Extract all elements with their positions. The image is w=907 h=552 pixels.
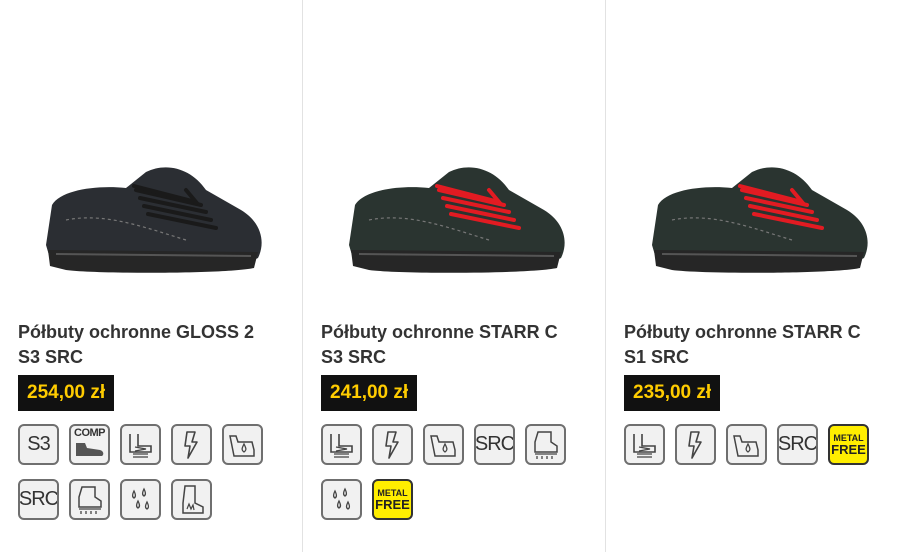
src-slip-icon: SRC [18, 479, 59, 520]
product-card[interactable]: Półbuty ochronne STARR C S3 SRC 241,00 z… [302, 0, 605, 552]
src-slip-icon: SRC [777, 424, 818, 465]
metal-free-icon: METAL FREE [828, 424, 869, 465]
feature-icons: SRC METAL FREE [321, 424, 591, 534]
product-grid: Półbuty ochronne GLOSS 2 S3 SRC 254,00 z… [0, 0, 907, 552]
icon-label: FREE [831, 441, 866, 457]
shoe-illustration [46, 167, 262, 273]
anti-puncture-icon [525, 424, 566, 465]
product-image[interactable] [606, 130, 907, 300]
heat-resistant-sole-icon [171, 479, 212, 520]
product-title[interactable]: Półbuty ochronne STARR C S3 SRC [321, 320, 581, 370]
product-card[interactable]: Półbuty ochronne GLOSS 2 S3 SRC 254,00 z… [0, 0, 302, 552]
product-image[interactable] [0, 130, 302, 300]
antistatic-icon [171, 424, 212, 465]
icon-glyph [733, 435, 759, 457]
oil-resistant-icon [120, 479, 161, 520]
product-image[interactable] [303, 130, 605, 300]
icon-label: METAL [377, 487, 408, 498]
icon-label: SRC [777, 433, 818, 455]
product-price: 241,00 zł [321, 375, 418, 411]
shock-absorption-icon [624, 424, 665, 465]
water-resistant-icon [222, 424, 263, 465]
product-title[interactable]: Półbuty ochronne STARR C S1 SRC [624, 320, 884, 370]
icon-glyph [430, 435, 456, 457]
icon-label: COMP [74, 427, 106, 439]
water-resistant-icon [726, 424, 767, 465]
s3-icon: S3 [18, 424, 59, 465]
product-price: 254,00 zł [18, 375, 115, 411]
icon-glyph [129, 434, 152, 458]
feature-icons: S3 COMP SRC [18, 424, 288, 534]
shoe-illustration [652, 167, 868, 273]
icon-glyph [330, 434, 353, 458]
oil-resistant-icon [321, 479, 362, 520]
comp-toecap-icon: COMP [69, 424, 110, 465]
feature-icons: SRC METAL FREE [624, 424, 894, 479]
metal-free-icon: METAL FREE [372, 479, 413, 520]
src-slip-icon: SRC [474, 424, 515, 465]
icon-label: SRC [474, 433, 515, 455]
shoe-glyph [76, 443, 104, 456]
icon-glyph [182, 485, 204, 514]
icon-glyph [78, 486, 102, 514]
icon-label: S3 [27, 433, 50, 455]
icon-glyph [385, 431, 399, 459]
shock-absorption-icon [120, 424, 161, 465]
shock-absorption-icon [321, 424, 362, 465]
water-resistant-icon [423, 424, 464, 465]
icon-glyph [534, 431, 558, 459]
icon-glyph [633, 434, 656, 458]
antistatic-icon [675, 424, 716, 465]
product-price: 235,00 zł [624, 375, 721, 411]
product-title[interactable]: Półbuty ochronne GLOSS 2 S3 SRC [18, 320, 278, 370]
icon-glyph [131, 487, 150, 510]
icon-glyph [332, 487, 351, 510]
icon-glyph [229, 435, 255, 457]
anti-puncture-icon [69, 479, 110, 520]
antistatic-icon [372, 424, 413, 465]
icon-label: METAL [833, 432, 864, 443]
icon-glyph [688, 431, 702, 459]
shoe-illustration [349, 167, 565, 273]
icon-label: SRC [18, 488, 59, 510]
product-card[interactable]: Półbuty ochronne STARR C S1 SRC 235,00 z… [605, 0, 907, 552]
icon-glyph [184, 431, 198, 459]
icon-label: FREE [375, 496, 410, 512]
